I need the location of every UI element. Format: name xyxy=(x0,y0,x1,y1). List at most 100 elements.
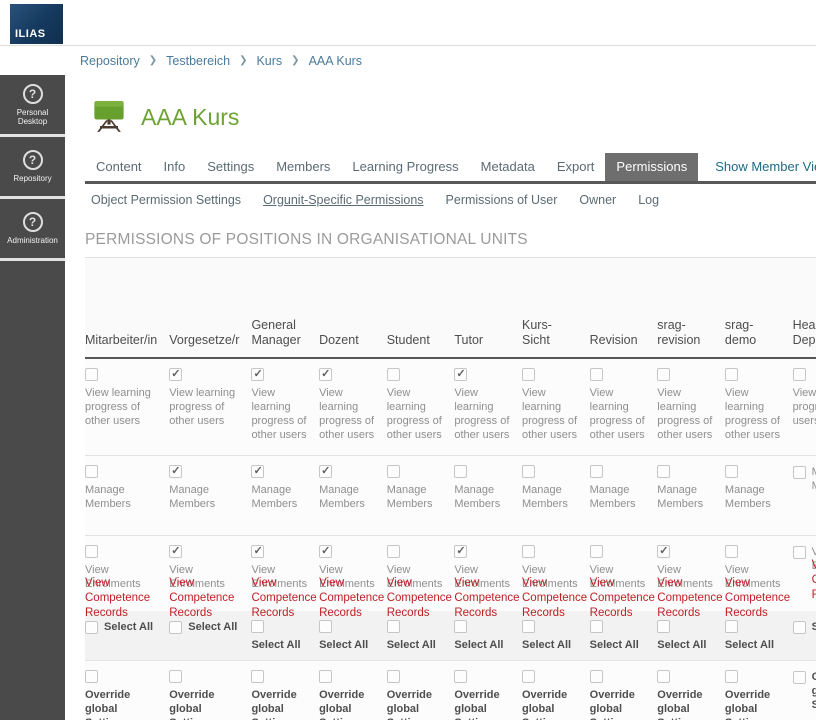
tab-content[interactable]: Content xyxy=(85,153,153,181)
checkbox-select-all[interactable] xyxy=(387,620,400,633)
permission-label-wrap: View EnrolmentsView Competence Records xyxy=(725,563,781,591)
checkbox-select-all[interactable] xyxy=(319,620,332,633)
permission-label: Manage Members xyxy=(812,465,816,493)
checkbox-override-global-settings[interactable] xyxy=(725,670,738,683)
subtab-permissions-of-user[interactable]: Permissions of User xyxy=(446,193,558,207)
checkbox-select-all[interactable] xyxy=(169,621,182,634)
subtab-orgunit-specific-permissions[interactable]: Orgunit-Specific Permissions xyxy=(263,193,423,207)
checkbox-select-all[interactable] xyxy=(793,621,806,634)
checkbox-view-learning-progress[interactable] xyxy=(590,368,603,381)
checkbox-view-learning-progress[interactable] xyxy=(454,368,467,381)
tab-permissions[interactable]: Permissions xyxy=(605,153,698,181)
checkbox-view-enrolments[interactable] xyxy=(657,545,670,558)
checkbox-manage-members[interactable] xyxy=(319,465,332,478)
checkbox-select-all[interactable] xyxy=(657,620,670,633)
view-competence-records-link[interactable]: View Competence Records xyxy=(319,576,380,621)
checkbox-manage-members[interactable] xyxy=(657,465,670,478)
checkbox-view-enrolments[interactable] xyxy=(725,545,738,558)
checkbox-override-global-settings[interactable] xyxy=(657,670,670,683)
sidebar-item-administration[interactable]: ?Administration xyxy=(0,199,65,261)
tab-export[interactable]: Export xyxy=(546,153,606,181)
permission-cell: View learning progress of other users xyxy=(657,358,725,455)
checkbox-override-global-settings[interactable] xyxy=(793,671,806,684)
sidebar-item-repository[interactable]: ?Repository xyxy=(0,137,65,199)
permission-label: Select All xyxy=(319,638,375,652)
checkbox-view-enrolments[interactable] xyxy=(319,545,332,558)
checkbox-manage-members[interactable] xyxy=(387,465,400,478)
permission-cell-inner: Select All xyxy=(793,620,816,634)
permission-cell-inner: View learning progress of other users xyxy=(169,368,239,428)
permission-cell-inner: Override global Settings xyxy=(793,670,816,712)
view-competence-records-link[interactable]: View Competence Records xyxy=(387,576,448,621)
sidebar-item-personal-desktop[interactable]: ?Personal Desktop xyxy=(0,75,65,137)
checkbox-manage-members[interactable] xyxy=(454,465,467,478)
checkbox-select-all[interactable] xyxy=(251,620,264,633)
tab-members[interactable]: Members xyxy=(265,153,341,181)
breadcrumb-link-testbereich[interactable]: Testbereich xyxy=(166,54,230,68)
tab-info[interactable]: Info xyxy=(153,153,197,181)
checkbox-select-all[interactable] xyxy=(85,621,98,634)
breadcrumb-link-kurs[interactable]: Kurs xyxy=(256,54,282,68)
checkbox-override-global-settings[interactable] xyxy=(169,670,182,683)
view-competence-records-link[interactable]: View Competence Records xyxy=(251,576,312,621)
subtab-log[interactable]: Log xyxy=(638,193,659,207)
permission-label-wrap: View learning progress of other users xyxy=(169,386,239,428)
checkbox-view-enrolments[interactable] xyxy=(522,545,535,558)
view-competence-records-link[interactable]: View Competence Records xyxy=(522,576,583,621)
checkbox-override-global-settings[interactable] xyxy=(251,670,264,683)
checkbox-override-global-settings[interactable] xyxy=(522,670,535,683)
checkbox-view-enrolments[interactable] xyxy=(590,545,603,558)
checkbox-view-learning-progress[interactable] xyxy=(725,368,738,381)
checkbox-manage-members[interactable] xyxy=(169,465,182,478)
checkbox-view-enrolments[interactable] xyxy=(793,546,806,559)
show-member-view-link[interactable]: Show Member View❯ xyxy=(704,153,816,181)
tab-settings[interactable]: Settings xyxy=(196,153,265,181)
view-competence-records-link[interactable]: View Competence Records xyxy=(454,576,515,621)
view-competence-records-link[interactable]: View Competence Records xyxy=(812,558,816,603)
checkbox-override-global-settings[interactable] xyxy=(387,670,400,683)
breadcrumb-link-aaa-kurs[interactable]: AAA Kurs xyxy=(309,54,363,68)
checkbox-override-global-settings[interactable] xyxy=(319,670,332,683)
tab-metadata[interactable]: Metadata xyxy=(470,153,546,181)
permission-cell-inner: Manage Members xyxy=(522,465,578,511)
view-competence-records-link[interactable]: View Competence Records xyxy=(85,576,164,621)
checkbox-view-learning-progress[interactable] xyxy=(169,368,182,381)
view-competence-records-link[interactable]: View Competence Records xyxy=(657,576,718,621)
view-competence-records-link[interactable]: View Competence Records xyxy=(725,576,786,621)
permission-label: Manage Members xyxy=(387,483,443,511)
checkbox-view-enrolments[interactable] xyxy=(454,545,467,558)
checkbox-view-enrolments[interactable] xyxy=(387,545,400,558)
checkbox-manage-members[interactable] xyxy=(85,465,98,478)
checkbox-view-learning-progress[interactable] xyxy=(793,368,806,381)
checkbox-view-learning-progress[interactable] xyxy=(522,368,535,381)
checkbox-manage-members[interactable] xyxy=(522,465,535,478)
checkbox-view-enrolments[interactable] xyxy=(251,545,264,558)
checkbox-override-global-settings[interactable] xyxy=(454,670,467,683)
view-competence-records-link[interactable]: View Competence Records xyxy=(169,576,246,621)
checkbox-select-all[interactable] xyxy=(725,620,738,633)
checkbox-view-learning-progress[interactable] xyxy=(319,368,332,381)
checkbox-view-learning-progress[interactable] xyxy=(85,368,98,381)
checkbox-manage-members[interactable] xyxy=(590,465,603,478)
checkbox-manage-members[interactable] xyxy=(251,465,264,478)
subtab-owner[interactable]: Owner xyxy=(579,193,616,207)
checkbox-view-enrolments[interactable] xyxy=(169,545,182,558)
checkbox-view-enrolments[interactable] xyxy=(85,545,98,558)
checkbox-select-all[interactable] xyxy=(590,620,603,633)
subtab-object-permission-settings[interactable]: Object Permission Settings xyxy=(91,193,241,207)
tab-learning-progress[interactable]: Learning Progress xyxy=(341,153,469,181)
checkbox-manage-members[interactable] xyxy=(725,465,738,478)
checkbox-select-all[interactable] xyxy=(522,620,535,633)
checkbox-select-all[interactable] xyxy=(454,620,467,633)
checkbox-view-learning-progress[interactable] xyxy=(657,368,670,381)
checkbox-override-global-settings[interactable] xyxy=(85,670,98,683)
checkbox-view-learning-progress[interactable] xyxy=(251,368,264,381)
checkbox-view-learning-progress[interactable] xyxy=(387,368,400,381)
breadcrumb-link-repository[interactable]: Repository xyxy=(80,54,140,68)
table-toolbar-spacer xyxy=(85,258,816,318)
checkbox-override-global-settings[interactable] xyxy=(590,670,603,683)
ilias-logo[interactable]: ILIAS xyxy=(10,4,63,44)
view-competence-records-link[interactable]: View Competence Records xyxy=(590,576,651,621)
checkbox-manage-members[interactable] xyxy=(793,466,806,479)
permission-row-override-global-settings: Override global SettingsOverride global … xyxy=(85,661,816,720)
